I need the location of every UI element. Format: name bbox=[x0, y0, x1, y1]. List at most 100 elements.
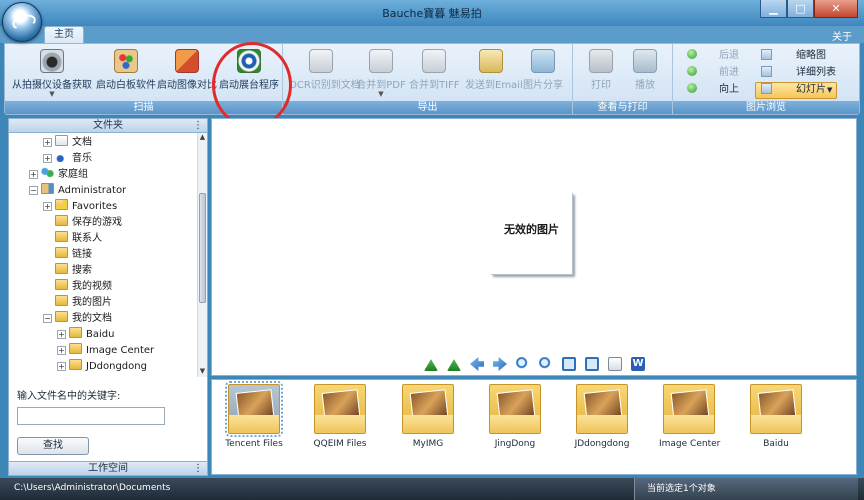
thumbnail-item[interactable]: MyIMG bbox=[398, 384, 458, 449]
back-button[interactable]: 后退 bbox=[687, 48, 739, 64]
expand-icon[interactable]: + bbox=[57, 346, 66, 355]
group-label-export: 导出 bbox=[283, 101, 572, 114]
thumbnail-item[interactable]: QQEIM Files bbox=[310, 384, 370, 449]
thumbnail-view-button[interactable]: 缩略图 bbox=[761, 48, 826, 64]
close-button[interactable]: ✕ bbox=[814, 0, 858, 18]
tree-item-pictures[interactable]: 我的图片 bbox=[55, 295, 112, 311]
tree-item-my-documents[interactable]: − 我的文档 bbox=[43, 311, 112, 327]
actual-size-icon[interactable] bbox=[585, 357, 599, 371]
minimize-button[interactable]: ▁ bbox=[760, 0, 787, 18]
collapse-icon[interactable]: − bbox=[29, 186, 38, 195]
panel-grip-icon[interactable]: ⋮ bbox=[193, 462, 203, 475]
panel-grip-icon[interactable]: ⋮ bbox=[193, 119, 203, 132]
play-icon bbox=[633, 49, 657, 73]
folder-icon bbox=[55, 215, 68, 226]
tree-item-search[interactable]: 搜索 bbox=[55, 263, 92, 279]
up-button[interactable]: 向上 bbox=[687, 82, 739, 98]
launch-whiteboard-button[interactable]: 启动白板软件 bbox=[95, 49, 157, 101]
rotate-right-icon[interactable] bbox=[447, 359, 461, 371]
dropdown-arrow-icon: ▼ bbox=[49, 90, 55, 98]
collapse-icon[interactable]: − bbox=[43, 314, 52, 323]
keyword-input[interactable] bbox=[17, 407, 165, 425]
about-link[interactable]: 关于 bbox=[832, 28, 852, 43]
tree-item-saved-games[interactable]: 保存的游戏 bbox=[55, 215, 122, 231]
thumbnail-item[interactable]: JingDong bbox=[485, 384, 545, 449]
tree-item-image-center[interactable]: + Image Center bbox=[57, 343, 154, 359]
annotation-ring bbox=[212, 42, 292, 128]
previous-image-icon[interactable] bbox=[470, 357, 484, 371]
scroll-down-icon[interactable]: ▼ bbox=[198, 367, 207, 377]
videos-icon bbox=[55, 279, 68, 290]
tree-item-jddongdong[interactable]: + JDdongdong bbox=[57, 359, 147, 375]
ribbon-group-view-print: 打印 播放 查看与打印 bbox=[573, 44, 673, 114]
window-controls: ▁ □ ✕ bbox=[760, 0, 858, 18]
expand-icon[interactable]: + bbox=[57, 330, 66, 339]
folder-icon bbox=[69, 343, 82, 354]
find-button[interactable]: 查找 bbox=[17, 437, 89, 455]
print-button[interactable]: 打印 bbox=[583, 49, 619, 101]
maximize-button[interactable]: □ bbox=[787, 0, 814, 18]
folder-thumbnail-icon bbox=[663, 384, 715, 434]
tree-item-links[interactable]: 链接 bbox=[55, 247, 92, 263]
thumbnail-item[interactable]: Baidu bbox=[746, 384, 806, 449]
tree-item-administrator[interactable]: − Administrator bbox=[29, 183, 126, 199]
folder-thumbnail-icon bbox=[225, 381, 283, 437]
tree-item-homegroup[interactable]: + 家庭组 bbox=[29, 167, 88, 183]
share-image-button[interactable]: 图片分享 bbox=[521, 49, 565, 101]
expand-icon[interactable]: + bbox=[29, 170, 38, 179]
play-button[interactable]: 播放 bbox=[627, 49, 663, 101]
folder-icon bbox=[69, 327, 82, 338]
slideshow-dropdown-icon[interactable]: ▼ bbox=[827, 82, 832, 98]
dropdown-arrow-icon: ▼ bbox=[378, 90, 384, 98]
workspace-header[interactable]: 工作空间 ⋮ bbox=[9, 461, 207, 475]
expand-icon[interactable]: + bbox=[43, 138, 52, 147]
up-arrow-icon bbox=[687, 83, 697, 93]
next-image-icon[interactable] bbox=[493, 357, 507, 371]
user-folder-icon bbox=[41, 183, 54, 194]
app-menu-orb-icon[interactable] bbox=[2, 2, 42, 42]
folder-tree-scrollbar[interactable]: ▲ ▼ bbox=[197, 133, 207, 377]
slideshow-view-label-row: 幻灯片 bbox=[761, 82, 826, 98]
pdf-icon bbox=[369, 49, 393, 73]
fit-to-window-icon[interactable] bbox=[562, 357, 576, 371]
tree-item-baidu[interactable]: + Baidu bbox=[57, 327, 114, 343]
scrollbar-thumb[interactable] bbox=[199, 193, 206, 303]
expand-icon[interactable]: + bbox=[43, 202, 52, 211]
zoom-out-icon[interactable] bbox=[516, 357, 530, 371]
viewer-toolbar: W bbox=[424, 357, 645, 371]
forward-arrow-icon bbox=[687, 66, 697, 76]
invalid-image-message: 无效的图片 bbox=[504, 223, 559, 236]
status-path: C:\Users\Administrator\Documents bbox=[14, 483, 171, 493]
tree-item-favorites[interactable]: + Favorites bbox=[43, 199, 117, 215]
ocr-icon bbox=[309, 49, 333, 73]
favorites-icon bbox=[55, 199, 68, 210]
forward-button[interactable]: 前进 bbox=[687, 65, 739, 81]
detail-list-view-button[interactable]: 详细列表 bbox=[761, 65, 836, 81]
tree-item-music[interactable]: + 音乐 bbox=[43, 151, 92, 167]
thumbnail-item[interactable]: JDdongdong bbox=[572, 384, 632, 449]
folder-tree: + 文档 + 音乐 + 家庭组 − Administrator + Favorites 保… bbox=[9, 133, 199, 377]
tab-home[interactable]: 主页 bbox=[44, 26, 84, 43]
zoom-in-icon[interactable] bbox=[539, 357, 553, 371]
tree-item-videos[interactable]: 我的视频 bbox=[55, 279, 112, 295]
tree-item-documents[interactable]: + 文档 bbox=[43, 135, 92, 151]
launch-image-compare-button[interactable]: 启动图像对比 bbox=[157, 49, 217, 101]
folder-panel-header: 文件夹 ⋮ bbox=[9, 119, 207, 133]
tree-item-contacts[interactable]: 联系人 bbox=[55, 231, 102, 247]
ocr-to-document-button[interactable]: OCR识别到文档 bbox=[289, 49, 361, 101]
camera-icon bbox=[40, 49, 64, 73]
merge-to-tiff-button[interactable]: 合并到TIFF bbox=[409, 49, 460, 101]
rotate-left-icon[interactable] bbox=[424, 359, 438, 371]
export-word-icon[interactable]: W bbox=[631, 357, 645, 371]
music-icon bbox=[55, 151, 68, 162]
send-email-button[interactable]: 发送到Email bbox=[465, 49, 523, 101]
thumbnail-item[interactable]: Image Center bbox=[659, 384, 720, 449]
merge-to-pdf-button[interactable]: 合并到PDF ▼ bbox=[355, 49, 407, 101]
page-view-icon[interactable] bbox=[608, 357, 622, 371]
compare-icon bbox=[175, 49, 199, 73]
thumbnail-item[interactable]: Tencent Files bbox=[224, 381, 284, 449]
expand-icon[interactable]: + bbox=[57, 362, 66, 371]
scroll-up-icon[interactable]: ▲ bbox=[198, 133, 207, 143]
expand-icon[interactable]: + bbox=[43, 154, 52, 163]
capture-from-device-button[interactable]: 从拍摄仪设备获取 ▼ bbox=[11, 49, 93, 101]
